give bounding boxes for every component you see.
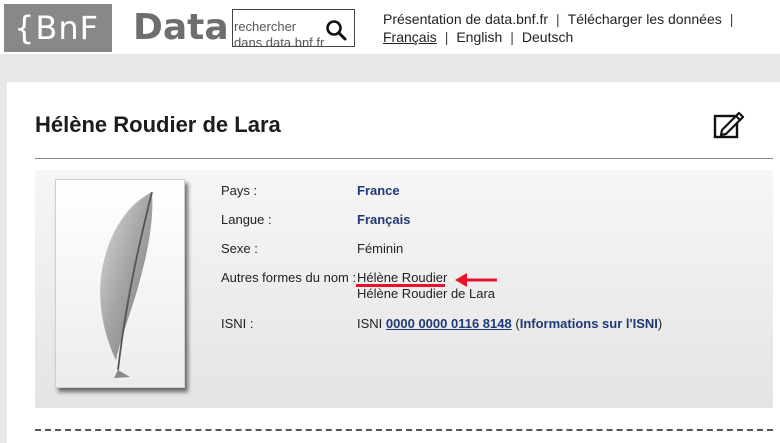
section-divider-dashed [35,429,773,431]
langue-label: Langue : [221,212,272,227]
pays-value-link[interactable]: France [357,183,400,198]
info-panel: Pays : France Langue : Français Sexe : F… [35,170,773,408]
search-icon[interactable] [325,19,347,41]
lang-francais-link[interactable]: Français [383,28,437,46]
nav-separator: | [556,11,560,27]
title-divider [35,158,773,159]
lang-deutsch-link[interactable]: Deutsch [522,28,573,46]
data-logo[interactable]: Data [133,6,229,50]
edit-icon[interactable] [713,110,745,140]
top-navigation: Présentation de data.bnf.fr | Télécharge… [383,10,741,46]
site-header: {BnF Data rechercher dans data.bnf.fr Pr… [0,0,780,54]
isni-info-link[interactable]: Informations sur l'ISNI [520,316,658,331]
nav-separator: | [444,29,449,45]
red-highlight-underline [356,284,445,287]
quill-icon [100,191,153,378]
bnf-logo[interactable]: {BnF [4,4,112,52]
author-record-card: Hélène Roudier de Lara Pays : France Lan… [7,82,780,443]
search-box[interactable]: rechercher dans data.bnf.fr [232,9,355,50]
nav-separator: | [729,11,734,27]
lang-english-link[interactable]: English [456,28,502,46]
sexe-label: Sexe : [221,241,258,256]
search-input[interactable]: rechercher dans data.bnf.fr [234,19,326,51]
arrow-left-icon [455,273,497,287]
isni-value: ISNI 0000 0000 0116 8148 (Informations s… [357,316,662,331]
isni-close-paren: ) [657,316,663,331]
langue-value-link[interactable]: Français [357,212,410,227]
other-name-item: Hélène Roudier [357,270,448,285]
nav-download-link[interactable]: Télécharger les données [568,10,722,28]
author-portrait-placeholder [55,179,185,388]
other-name-item: Hélène Roudier de Lara [357,286,496,301]
page-title: Hélène Roudier de Lara [35,112,281,137]
pays-label: Pays : [221,183,258,198]
isni-label: ISNI : [221,316,254,331]
nav-separator: | [510,29,514,45]
other-names-label: Autres formes du nom : [221,270,357,285]
sexe-value: Féminin [357,241,404,256]
nav-presentation-link[interactable]: Présentation de data.bnf.fr [383,10,548,28]
isni-prefix: ISNI [357,316,383,331]
isni-number-link[interactable]: 0000 0000 0116 8148 [386,316,512,331]
